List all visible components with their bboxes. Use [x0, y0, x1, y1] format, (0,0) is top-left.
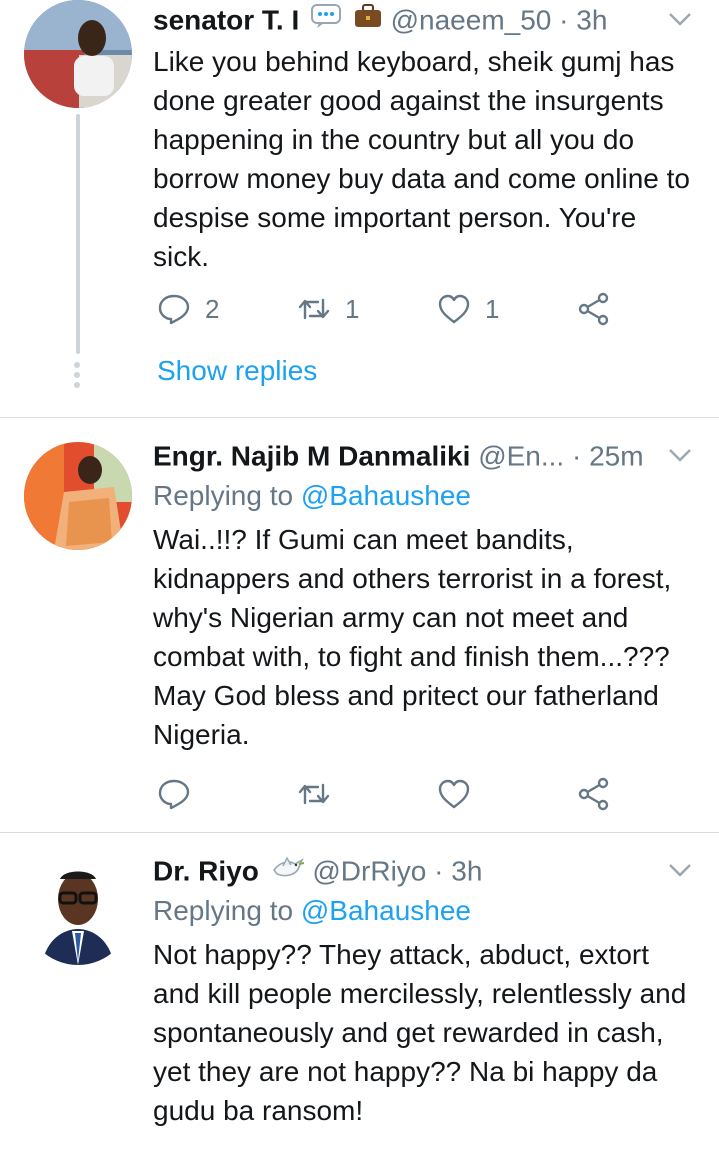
like-button[interactable]: [437, 774, 471, 814]
user-handle[interactable]: @En...: [478, 441, 564, 472]
user-handle[interactable]: @naeem_50: [391, 5, 552, 36]
share-button[interactable]: [577, 289, 611, 329]
tweet-1[interactable]: senator T. I @naeem_50 · 3h Like you beh…: [0, 0, 719, 417]
retweet-icon: [298, 783, 330, 805]
user-handle[interactable]: @DrRiyo: [312, 856, 426, 887]
replying-to: Replying to @Bahaushee: [153, 478, 695, 514]
retweet-count: 1: [345, 293, 360, 324]
tweet-body: Wai..!!? If Gumi can meet bandits, kidna…: [153, 524, 672, 750]
tweet-2[interactable]: Engr. Najib M Danmaliki @En... · 25m Rep…: [0, 418, 719, 832]
avatar[interactable]: [24, 857, 132, 965]
action-bar: 2 1 1: [157, 289, 697, 329]
replying-to: Replying to @Bahaushee: [153, 893, 695, 929]
like-count: 1: [485, 293, 500, 324]
reply-button[interactable]: 2: [157, 289, 219, 329]
like-button[interactable]: 1: [437, 289, 499, 329]
chevron-down-icon[interactable]: [667, 442, 693, 468]
speech-bubble-emoji-icon: [311, 3, 342, 38]
tweet-body: Like you behind keyboard, sheik gumj has…: [153, 46, 690, 272]
share-icon: [578, 777, 609, 811]
tweet-header: Engr. Najib M Danmaliki @En... · 25m: [153, 438, 695, 474]
tweet-time: · 25m: [571, 440, 644, 472]
avatar[interactable]: [24, 442, 132, 550]
action-bar: [157, 774, 697, 814]
replying-prefix: Replying to: [153, 895, 294, 926]
reply-icon: [158, 294, 190, 325]
replying-handle-link[interactable]: @Bahaushee: [301, 480, 471, 511]
reply-count: 2: [205, 293, 220, 324]
display-name[interactable]: Engr. Najib M Danmaliki: [153, 441, 470, 472]
heart-icon: [438, 294, 470, 324]
display-name[interactable]: senator T. I: [153, 5, 299, 36]
heart-icon: [438, 779, 470, 809]
tweet-3[interactable]: Dr. Riyo @DrRiyo · 3h Replying to @Bahau…: [0, 833, 719, 1155]
thread-line: [76, 114, 80, 354]
reply-button[interactable]: [157, 774, 191, 814]
tweet-body: Not happy?? They attack, abduct, extort …: [153, 939, 687, 1126]
retweet-button[interactable]: 1: [297, 289, 359, 329]
retweet-icon: [298, 298, 330, 320]
replying-handle-link[interactable]: @Bahaushee: [301, 895, 471, 926]
chevron-down-icon[interactable]: [667, 857, 693, 883]
display-name[interactable]: Dr. Riyo: [153, 856, 259, 887]
chevron-down-icon[interactable]: [667, 6, 693, 32]
briefcase-emoji-icon: [353, 3, 383, 38]
retweet-button[interactable]: [297, 774, 331, 814]
dove-emoji-icon: [271, 854, 305, 889]
tweet-header: Dr. Riyo @DrRiyo · 3h: [153, 853, 695, 889]
show-replies-link[interactable]: Show replies: [157, 355, 317, 387]
share-button[interactable]: [577, 774, 611, 814]
share-icon: [578, 292, 609, 326]
reply-icon: [158, 779, 190, 810]
tweet-time: · 3h: [434, 855, 483, 887]
avatar[interactable]: [24, 0, 132, 108]
replying-prefix: Replying to: [153, 480, 294, 511]
thread-dots: [74, 362, 80, 392]
tweet-time: · 3h: [559, 4, 608, 36]
tweet-header: senator T. I @naeem_50 · 3h: [153, 2, 695, 38]
